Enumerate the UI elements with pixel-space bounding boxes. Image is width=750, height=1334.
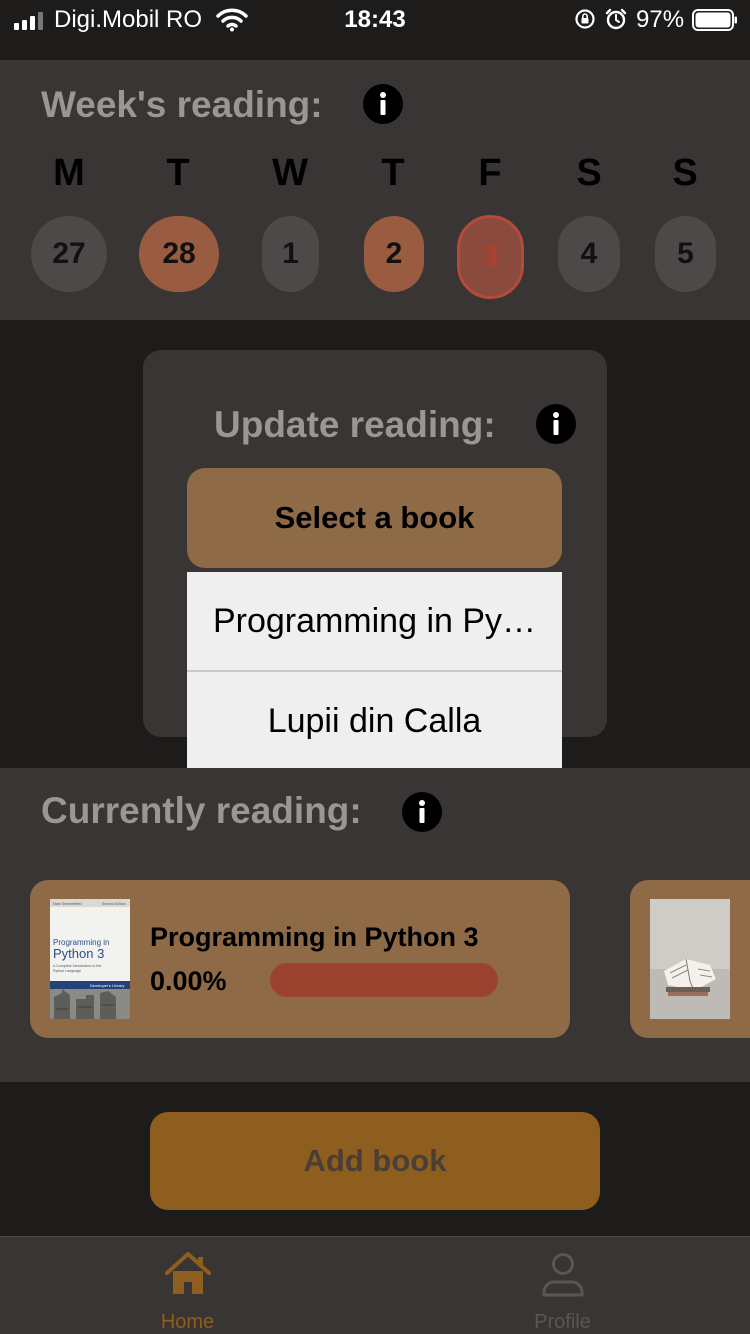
day-pill-monday[interactable]: 27 xyxy=(31,216,107,292)
day-pill-sunday[interactable]: 5 xyxy=(655,216,716,292)
select-book-button[interactable]: Select a book xyxy=(187,468,562,568)
day-pill-friday-today[interactable]: 3 xyxy=(457,215,524,299)
book-title: Programming in Python 3 xyxy=(150,922,479,952)
week-info-icon[interactable] xyxy=(363,84,403,124)
week-reading-title: Week's reading: xyxy=(41,84,323,125)
profile-icon xyxy=(542,1253,584,1297)
tab-bar: Home Profile xyxy=(0,1236,750,1334)
book-dropdown-menu: Programming in Py… Lupii din Calla xyxy=(187,572,562,772)
tab-home[interactable]: Home xyxy=(0,1237,375,1334)
book-progress-text: 0.00% xyxy=(150,966,227,996)
status-bar: Digi.Mobil RO 18:43 97% xyxy=(0,0,750,40)
book-cover-image-second xyxy=(650,899,730,1019)
day-letter-saturday: S xyxy=(576,152,602,194)
dropdown-option-programming-in-python[interactable]: Programming in Py… xyxy=(187,572,562,671)
currently-reading-title: Currently reading: xyxy=(41,790,362,831)
day-letter-wednesday: W xyxy=(272,152,308,194)
rotation-lock-icon xyxy=(575,9,595,29)
home-screen: Digi.Mobil RO 18:43 97% Week's reading: xyxy=(0,0,750,1334)
cover-subtitle-line1: A Complete Introduction to the xyxy=(53,964,101,968)
cover-series: Developer's Library xyxy=(90,983,124,988)
alarm-icon xyxy=(605,8,627,30)
day-letter-tuesday: T xyxy=(166,152,190,194)
book-progress-bar xyxy=(270,963,498,997)
battery-icon xyxy=(692,9,737,31)
book-card-programming-in-python[interactable]: Mark Summerfield Second Edition Programm… xyxy=(30,880,570,1038)
day-letter-monday: M xyxy=(53,152,85,194)
cover-edition: Second Edition xyxy=(102,902,126,906)
update-info-icon[interactable] xyxy=(536,404,576,444)
update-reading-title: Update reading: xyxy=(214,404,496,445)
day-letter-friday: F xyxy=(478,152,502,194)
day-letter-thursday: T xyxy=(381,152,405,194)
day-pill-thursday[interactable]: 2 xyxy=(364,216,424,292)
tab-profile-label: Profile xyxy=(534,1311,591,1333)
dropdown-option-lupii-din-calla[interactable]: Lupii din Calla xyxy=(187,672,562,771)
add-book-button[interactable]: Add book xyxy=(150,1112,600,1210)
day-pill-wednesday[interactable]: 1 xyxy=(262,216,319,292)
day-pill-tuesday[interactable]: 28 xyxy=(139,216,219,292)
currently-reading-info-icon[interactable] xyxy=(402,792,442,832)
home-icon xyxy=(165,1252,211,1294)
cover-author: Mark Summerfield xyxy=(53,902,81,906)
battery-percentage: 97% xyxy=(636,6,685,33)
day-letter-sunday: S xyxy=(672,152,698,194)
book-card-second[interactable] xyxy=(630,880,750,1038)
day-pill-saturday[interactable]: 4 xyxy=(558,216,620,292)
tab-profile[interactable]: Profile xyxy=(375,1237,750,1334)
book-cover-image: Mark Summerfield Second Edition Programm… xyxy=(50,899,130,1019)
tab-home-label: Home xyxy=(160,1311,215,1333)
cover-subtitle-line2: Python Language xyxy=(53,969,81,973)
cover-title-line2: Python 3 xyxy=(53,946,104,961)
